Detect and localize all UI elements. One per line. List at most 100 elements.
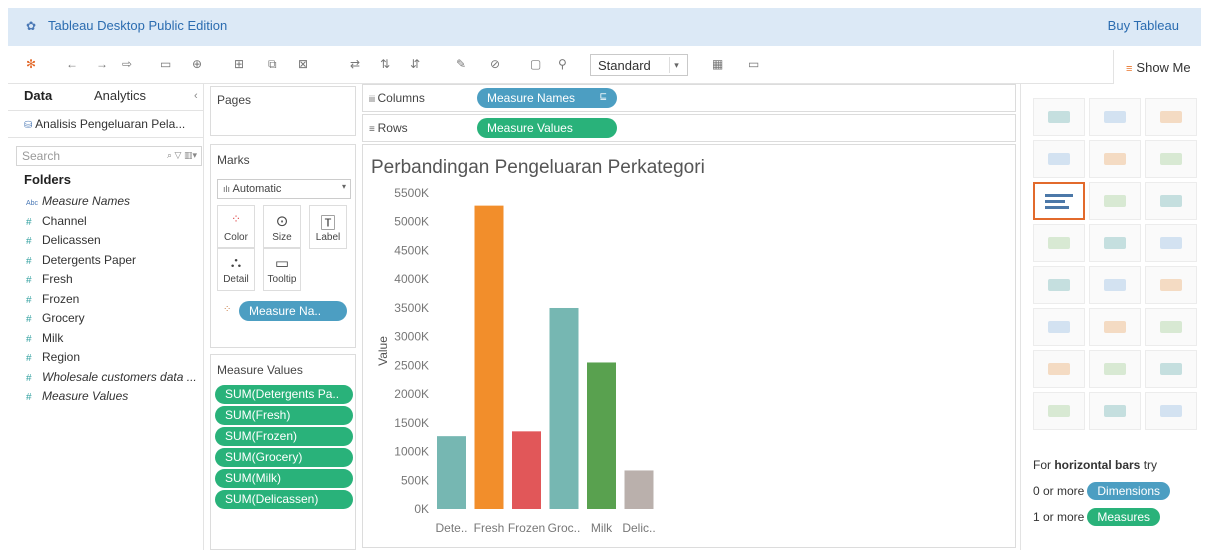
dimensions-requirement: 0 or more Dimensions [1033, 482, 1171, 500]
y-tick-label: 2500K [394, 358, 429, 372]
measure-value-pill[interactable]: SUM(Fresh) [215, 406, 353, 425]
columns-shelf[interactable]: iii Columns Measure Names ⊑ [362, 84, 1016, 112]
color-icon: ⁘ [230, 212, 242, 226]
clear-sheet-icon[interactable]: ⊠ [298, 57, 308, 71]
redo-icon[interactable]: → [96, 57, 108, 71]
field-name: Delicassen [42, 233, 101, 247]
measure-value-pill[interactable]: SUM(Detergents Pa.. [215, 385, 353, 404]
chart-type-stacked-bars[interactable] [1089, 182, 1141, 220]
datasource-item[interactable]: ⛁ Analisis Pengeluaran Pela... [8, 110, 204, 138]
chart-type-dual-combination[interactable] [1145, 308, 1197, 346]
measure-values-pill[interactable]: Measure Values [477, 118, 617, 138]
color-pill-label: Measure Na.. [249, 304, 322, 318]
tableau-home-icon[interactable]: ✻ [26, 57, 36, 71]
presentation-icon[interactable]: ▭ [748, 57, 759, 71]
chart-type-text-table[interactable] [1033, 98, 1085, 136]
chart-type-gantt-chart[interactable] [1033, 392, 1085, 430]
chart-type-line-continuous[interactable] [1033, 266, 1085, 304]
buy-tableau-link[interactable]: Buy Tableau [1108, 18, 1179, 33]
tooltip-button[interactable]: ▭ Tooltip [263, 247, 301, 291]
label-icon: 🅃 [320, 215, 336, 232]
stacked-bars-icon [1090, 183, 1140, 219]
marks-card: Marks ılı Automatic ▾ ⁘ Color ⊙ Size 🅃 L… [210, 144, 356, 348]
show-cards-icon[interactable]: ▦ [712, 57, 723, 71]
chart-type-side-by-side-bars[interactable] [1145, 182, 1197, 220]
chart-type-dual-line[interactable] [1145, 266, 1197, 304]
mark-type-select[interactable]: ılı Automatic ▾ [217, 179, 351, 199]
field-item[interactable]: # Milk [8, 331, 204, 351]
measure-value-pill[interactable]: SUM(Delicassen) [215, 490, 353, 509]
chart-type-side-by-side-circles[interactable] [1145, 224, 1197, 262]
chart-type-filled-map[interactable] [1089, 140, 1141, 178]
y-tick-label: 1000K [394, 445, 429, 459]
chart-type-pie-chart[interactable] [1145, 140, 1197, 178]
replay-icon[interactable]: ⇨ [122, 57, 132, 71]
x-tick-label: Fresh [474, 521, 505, 535]
chart-type-circle-view[interactable] [1089, 224, 1141, 262]
detail-button[interactable]: ⛬ Detail [217, 247, 255, 291]
field-item[interactable]: # Channel [8, 214, 204, 234]
chart-type-area-continuous[interactable] [1033, 308, 1085, 346]
search-input[interactable]: Search ⌕ ▽ ▥▾ [16, 146, 202, 166]
fix-axes-icon[interactable]: ⚲ [558, 57, 567, 71]
field-item[interactable]: # Grocery [8, 311, 204, 331]
chart-type-bullet-graph[interactable] [1089, 392, 1141, 430]
chart-type-symbol-map[interactable] [1033, 140, 1085, 178]
label-button[interactable]: 🅃 Label [309, 205, 347, 249]
tab-data[interactable]: Data [24, 88, 52, 103]
measure-names-pill[interactable]: Measure Names ⊑ [477, 88, 617, 108]
labels-icon[interactable]: ▢ [530, 57, 541, 71]
new-worksheet-icon[interactable]: ⊞ [234, 57, 244, 71]
measure-value-pill[interactable]: SUM(Frozen) [215, 427, 353, 446]
chart-type-scatter-plot[interactable] [1033, 350, 1085, 388]
highlight-icon[interactable]: ✎ [456, 57, 466, 71]
collapse-pane-icon[interactable]: ‹ [194, 90, 198, 102]
highlight-table-icon [1146, 99, 1196, 135]
rows-shelf[interactable]: ≡ Rows Measure Values [362, 114, 1016, 142]
field-item[interactable]: # Fresh [8, 272, 204, 292]
viz-area[interactable]: Perbandingan Pengeluaran Perkategori 0K 5… [362, 144, 1016, 548]
color-button[interactable]: ⁘ Color [217, 205, 255, 249]
chart-type-packed-bubbles[interactable] [1145, 392, 1197, 430]
field-item[interactable]: # Measure Values [8, 389, 204, 409]
chart-type-histogram[interactable] [1089, 350, 1141, 388]
pages-card[interactable]: Pages [210, 86, 356, 136]
new-datasource-icon[interactable]: ⊕ [192, 57, 202, 71]
field-item[interactable]: # Frozen [8, 292, 204, 312]
size-button[interactable]: ⊙ Size [263, 205, 301, 249]
sort-ascending-icon[interactable]: ⇅ [380, 57, 390, 71]
undo-icon[interactable]: ← [66, 57, 78, 71]
show-me-button[interactable]: ≡ Show Me [1113, 50, 1201, 84]
columns-label: iii Columns [369, 91, 425, 105]
measure-value-pill[interactable]: SUM(Milk) [215, 469, 353, 488]
chart-type-horizontal-bars[interactable] [1033, 182, 1085, 220]
field-item[interactable]: # Wholesale customers data ... [8, 370, 204, 390]
save-icon[interactable]: ▭ [160, 57, 171, 71]
sort-descending-icon[interactable]: ⇵ [410, 57, 420, 71]
tab-analytics[interactable]: Analytics [94, 88, 146, 103]
duplicate-icon[interactable]: ⧉ [268, 57, 277, 72]
chevron-down-icon: ▾ [341, 182, 346, 191]
pages-title: Pages [217, 93, 252, 107]
chart-type-line-discrete[interactable] [1089, 266, 1141, 304]
field-item[interactable]: # Detergents Paper [8, 253, 204, 273]
circle-view-icon [1090, 225, 1140, 261]
field-item[interactable]: # Region [8, 350, 204, 370]
search-filter-icons[interactable]: ⌕ ▽ ▥▾ [167, 150, 197, 161]
chart-type-heat-map[interactable] [1089, 98, 1141, 136]
treemap-icon [1034, 225, 1084, 261]
field-item[interactable]: # Delicassen [8, 233, 204, 253]
fit-select[interactable]: Standard ▾ [590, 54, 688, 76]
rows-pill-label: Measure Values [487, 121, 573, 135]
show-me-icon: ≡ [1126, 63, 1133, 75]
swap-icon[interactable]: ⇄ [350, 57, 360, 71]
measure-names-color-pill[interactable]: Measure Na.. [239, 301, 347, 321]
chart-type-treemap[interactable] [1033, 224, 1085, 262]
chart-type-highlight-table[interactable] [1145, 98, 1197, 136]
measure-value-pill[interactable]: SUM(Grocery) [215, 448, 353, 467]
bar-chart: 0K 500K 1000K 1500K 2000K 2500K 3000K 3500K 4000… [376, 186, 656, 535]
group-icon[interactable]: ⊘ [490, 57, 500, 71]
chart-type-box-and-whisker[interactable] [1145, 350, 1197, 388]
field-item[interactable]: Abc Measure Names [8, 194, 204, 214]
chart-type-area-discrete[interactable] [1089, 308, 1141, 346]
